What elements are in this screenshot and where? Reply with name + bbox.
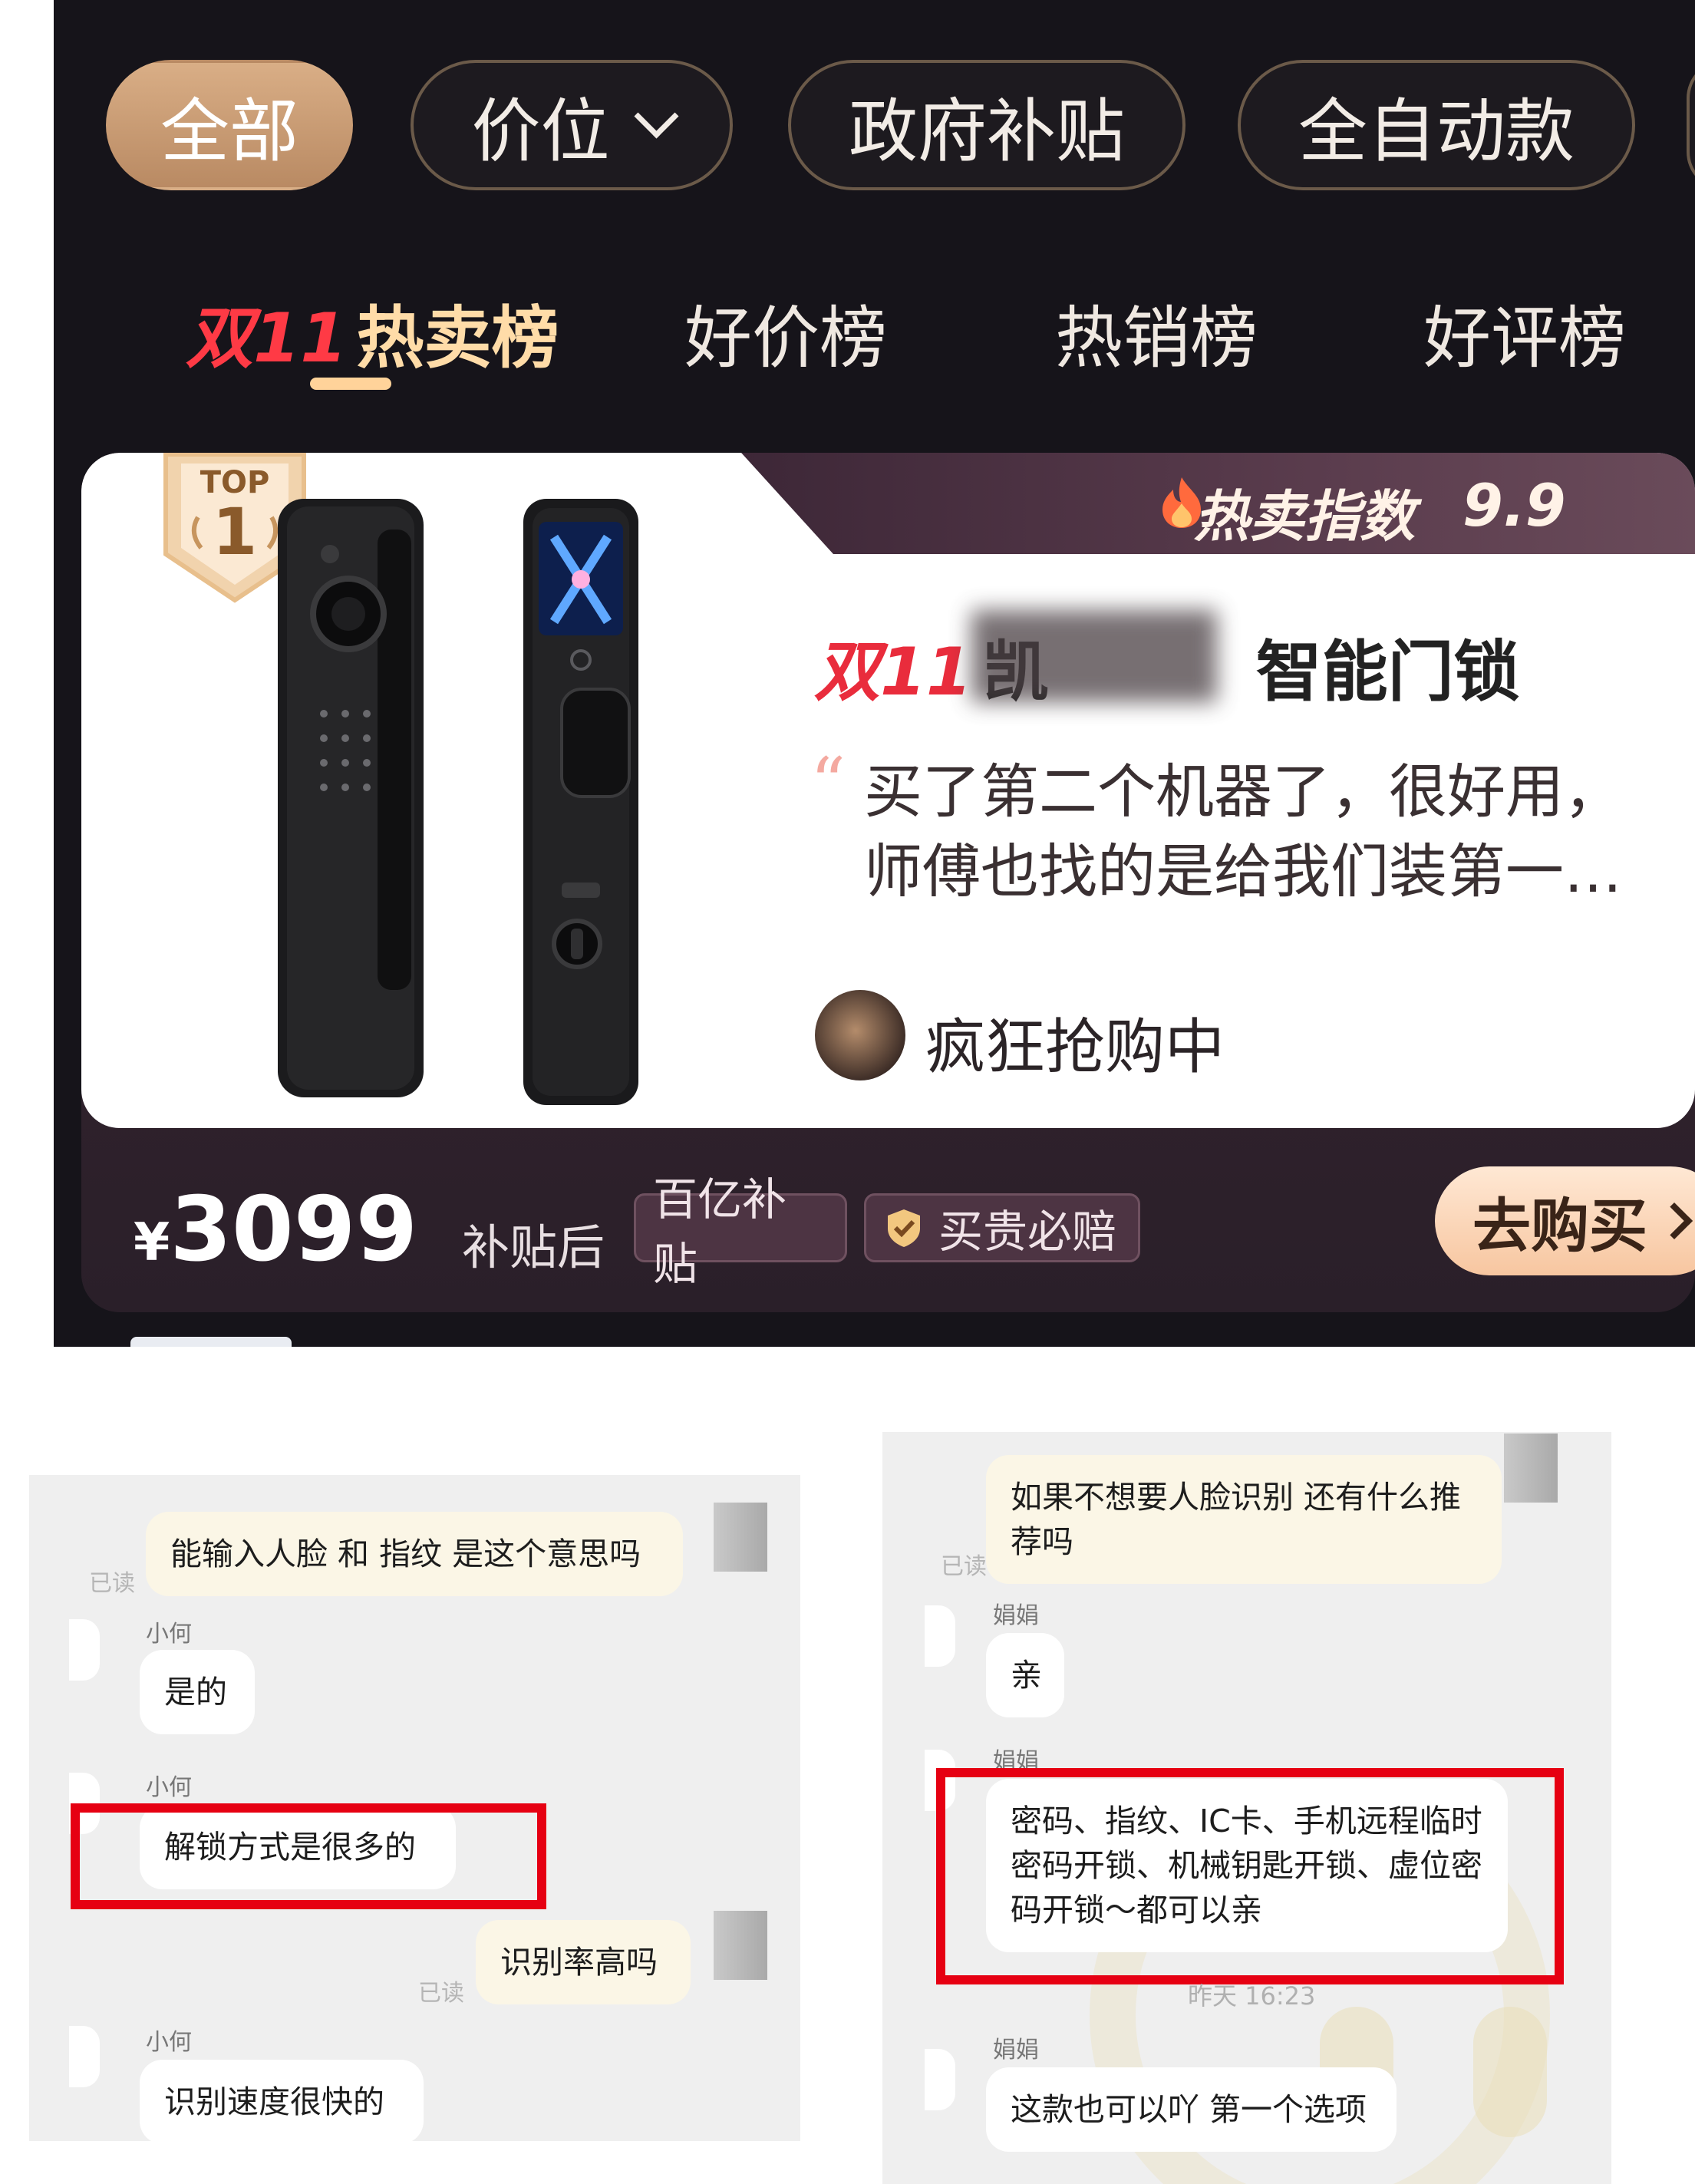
read-label: 已读 [418, 1980, 464, 2007]
sender-name: 娟娟 [993, 1602, 1039, 1629]
review-snippet: 买了第二个机器了，很好用，师傅也找的是给我们装第一… [864, 757, 1622, 906]
tab-hot-sale[interactable]: 双11 热卖榜 [186, 284, 559, 381]
price-note: 补贴后 [462, 1219, 605, 1275]
tab-good-price[interactable]: 好价榜 [684, 284, 887, 381]
smart-lock-product-image [278, 499, 638, 1105]
active-tab-indicator [310, 378, 391, 390]
product-card[interactable]: 热卖指数 9.9 TOP 1 双11 智能门锁 “ 买了第二个机器了，很好用，师… [81, 453, 1695, 1312]
message-bubble-incoming: 亲 [986, 1633, 1064, 1717]
read-label: 已读 [89, 1570, 135, 1597]
price-amount: 3099 [170, 1178, 418, 1282]
chevron-right-icon [1655, 1202, 1693, 1240]
message-timestamp: 昨天 16:23 [1188, 1981, 1316, 2011]
filter-chip-all-label: 全部 [160, 91, 298, 172]
filter-chip-automatic-label: 全自动款 [1298, 91, 1575, 172]
highlight-box [936, 1768, 1564, 1984]
filter-chip-price-label: 价位 [471, 91, 610, 172]
heat-index-value: 9.9 [1463, 471, 1566, 539]
avatar [815, 990, 905, 1080]
filter-chip-subsidy-label: 政府补贴 [849, 91, 1125, 172]
sender-name: 小何 [146, 1621, 192, 1648]
filter-chip-subsidy[interactable]: 政府补贴 [788, 60, 1186, 190]
my-avatar [714, 1911, 767, 1980]
tag-subsidy-label: 百亿补贴 [653, 1173, 787, 1290]
tag-guarantee: 买贵必赔 [864, 1193, 1140, 1262]
price: ¥3099 [134, 1178, 417, 1282]
read-label: 已读 [941, 1553, 987, 1580]
title-end: 智能门锁 [1255, 634, 1520, 711]
filter-chip-all[interactable]: 全部 [106, 60, 353, 190]
filter-chip-more[interactable] [1687, 60, 1695, 190]
my-avatar [714, 1503, 767, 1572]
chevron-down-icon [634, 94, 678, 138]
message-bubble-incoming: 这款也可以吖 第一个选项 [986, 2067, 1397, 2152]
filter-chip-price[interactable]: 价位 [411, 60, 733, 190]
tab-good-review[interactable]: 好评榜 [1423, 284, 1626, 381]
sender-name: 娟娟 [993, 2037, 1039, 2064]
title-double11: 双11 [814, 634, 972, 711]
price-currency: ¥ [134, 1212, 170, 1273]
tab-best-selling[interactable]: 热销榜 [1055, 284, 1258, 381]
avatar [925, 2049, 955, 2110]
highlight-box [71, 1803, 546, 1909]
shield-check-icon [888, 1209, 920, 1247]
sender-name: 小何 [146, 1774, 192, 1801]
filter-chip-automatic[interactable]: 全自动款 [1238, 60, 1635, 190]
sender-name: 小何 [146, 2029, 192, 2056]
next-card-peek [130, 1337, 292, 1347]
message-bubble-outgoing: 识别率高吗 [476, 1920, 691, 2004]
avatar [925, 1605, 955, 1667]
avatar [69, 2026, 100, 2087]
quote-icon: “ [810, 743, 846, 823]
double11-label: 双11 [186, 299, 348, 378]
message-bubble-incoming: 识别速度很快的 [140, 2060, 424, 2144]
buy-button-label: 去购买 [1472, 1192, 1647, 1260]
buying-status-text: 疯狂抢购中 [925, 1013, 1225, 1082]
my-avatar [1504, 1433, 1558, 1503]
message-bubble-incoming: 是的 [140, 1650, 255, 1734]
avatar [69, 1619, 100, 1681]
tag-subsidy: 百亿补贴 [634, 1173, 847, 1290]
tag-guarantee-label: 买贵必赔 [938, 1206, 1117, 1258]
message-bubble-outgoing: 能输入人脸 和 指纹 是这个意思吗 [146, 1512, 683, 1596]
background-decoration [1473, 2007, 1547, 2137]
heat-index-label: 热卖指数 [1194, 484, 1416, 549]
redaction-blur [971, 610, 1217, 702]
message-bubble-outgoing: 如果不想要人脸识别 还有什么推荐吗 [986, 1455, 1502, 1584]
shop-ranking-panel: 全部 价位 政府补贴 全自动款 双11 热卖榜 好价榜 热销榜 好评榜 热卖指数 … [54, 0, 1695, 1347]
buy-button[interactable]: 去购买 [1435, 1166, 1695, 1275]
tab-hot-sale-label: 热卖榜 [356, 299, 559, 378]
